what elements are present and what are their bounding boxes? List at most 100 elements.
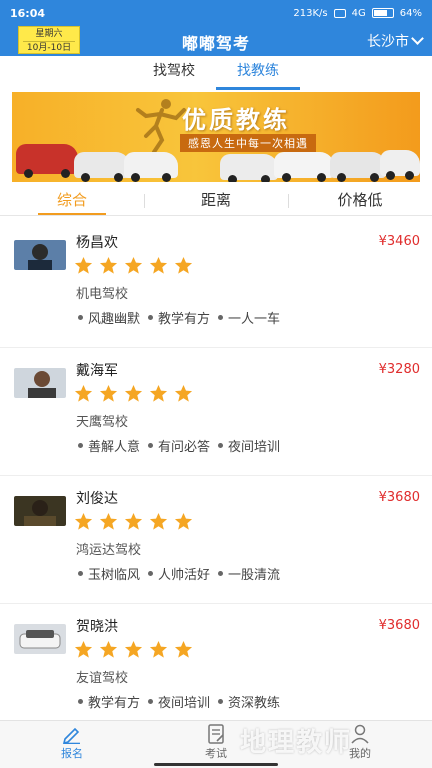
- coach-tags: 教学有方 夜间培训 资深教练: [78, 692, 280, 711]
- bullet-dot-icon: [78, 315, 83, 320]
- star-icon: [149, 512, 168, 530]
- bullet-dot-icon: [218, 443, 224, 448]
- bullet-dot-icon: [218, 315, 224, 320]
- coach-price: ¥3680: [378, 618, 420, 633]
- battery-level: 64%: [399, 7, 422, 19]
- star-icon: [149, 256, 168, 274]
- bullet-dot-icon: [148, 571, 154, 576]
- app-header: 星期六 10月-10日 嘟嘟驾考 长沙市: [0, 26, 432, 56]
- coach-tag: 教学有方: [78, 692, 140, 711]
- coach-school: 鸿运达驾校: [76, 543, 142, 558]
- rating-stars: [74, 512, 193, 531]
- star-icon: [124, 256, 143, 274]
- bullet-dot-icon: [78, 699, 83, 704]
- car-white-icon: [220, 154, 278, 182]
- bullet-dot-icon: [218, 699, 224, 704]
- coach-list-item[interactable]: 杨昌欢 ¥3460 机电驾校 风趣幽默 教学有方 一人一车: [0, 220, 432, 348]
- nav-exam-label: 考试: [205, 747, 227, 760]
- coach-name: 杨昌欢: [76, 235, 118, 251]
- coach-list-item[interactable]: 戴海军 ¥3280 天鹰驾校 善解人意 有问必答 夜间培训: [0, 348, 432, 476]
- car-white-icon: [124, 152, 178, 182]
- coach-list-item[interactable]: 刘俊达 ¥3680 鸿运达驾校 玉树临风 人帅活好 一股清流: [0, 476, 432, 604]
- home-indicator[interactable]: [154, 763, 278, 766]
- coach-school: 天鹰驾校: [76, 415, 129, 430]
- chevron-down-icon: [411, 32, 424, 45]
- coach-tag: 玉树临风: [78, 564, 140, 583]
- rating-stars: [74, 256, 193, 275]
- status-icons: 213K/s 4G 64%: [293, 8, 422, 19]
- car-red-icon: [16, 144, 78, 178]
- nav-exam[interactable]: 考试: [144, 721, 288, 768]
- nav-mine-label: 我的: [349, 747, 371, 760]
- nav-signup[interactable]: 报名: [0, 721, 144, 768]
- coach-tag: 夜间培训: [148, 692, 210, 711]
- coach-tag: 有问必答: [148, 436, 210, 455]
- coach-tag: 夜间培训: [218, 436, 280, 455]
- coach-tag: 善解人意: [78, 436, 140, 455]
- star-icon: [99, 384, 118, 402]
- city-selector[interactable]: 长沙市: [367, 31, 424, 51]
- car-white-icon: [380, 150, 420, 180]
- coach-price: ¥3460: [378, 234, 420, 249]
- network-speed: 213K/s: [293, 7, 328, 19]
- sort-tab-overall[interactable]: 综合: [0, 186, 144, 215]
- coach-name: 刘俊达: [76, 491, 118, 507]
- avatar: [14, 240, 66, 270]
- city-label: 长沙市: [367, 34, 409, 50]
- coach-price: ¥3280: [378, 362, 420, 377]
- bullet-dot-icon: [218, 571, 224, 576]
- banner-title: 优质教练: [182, 106, 290, 134]
- star-icon: [174, 512, 193, 530]
- star-icon: [74, 512, 93, 530]
- star-icon: [174, 384, 193, 402]
- star-icon: [174, 256, 193, 274]
- star-icon: [124, 512, 143, 530]
- star-icon: [74, 256, 93, 274]
- status-time: 16:04: [10, 6, 46, 20]
- star-icon: [124, 640, 143, 658]
- bullet-dot-icon: [148, 699, 154, 704]
- promo-banner[interactable]: 优质教练 感恩人生中每一次相遇: [12, 92, 420, 182]
- nav-signup-label: 报名: [61, 747, 83, 760]
- banner-subtitle: 感恩人生中每一次相遇: [180, 134, 316, 152]
- rating-stars: [74, 640, 193, 659]
- hd-icon: [333, 8, 346, 18]
- rating-stars: [74, 384, 193, 403]
- nav-mine[interactable]: 我的: [288, 721, 432, 768]
- user-icon: [351, 724, 369, 744]
- status-bar: 16:04 213K/s 4G 64%: [0, 0, 432, 26]
- star-icon: [149, 640, 168, 658]
- coach-tags: 善解人意 有问必答 夜间培训: [78, 436, 280, 455]
- bullet-dot-icon: [78, 443, 83, 448]
- bullet-dot-icon: [148, 443, 154, 448]
- sort-tabs: 综合 距离 价格低: [0, 186, 432, 216]
- coach-tag: 一股清流: [218, 564, 280, 583]
- coach-tag: 教学有方: [148, 308, 210, 327]
- coach-list-item[interactable]: 贺晓洪 ¥3680 友谊驾校 教学有方 夜间培训 资深教练: [0, 604, 432, 732]
- tab-find-coach[interactable]: 找教练: [216, 56, 300, 90]
- battery-icon: [371, 8, 394, 18]
- avatar: [14, 368, 66, 398]
- exam-icon: [208, 724, 224, 744]
- bottom-nav: 报名 考试 我的: [0, 720, 432, 768]
- coach-name: 贺晓洪: [76, 619, 118, 635]
- coach-tag: 一人一车: [218, 308, 280, 327]
- coach-name: 戴海军: [76, 363, 118, 379]
- tab-find-school[interactable]: 找驾校: [132, 56, 216, 90]
- star-icon: [174, 640, 193, 658]
- coach-list: 杨昌欢 ¥3460 机电驾校 风趣幽默 教学有方 一人一车 戴海军 ¥3280: [0, 220, 432, 732]
- sort-tab-price-low[interactable]: 价格低: [288, 186, 432, 215]
- coach-school: 友谊驾校: [76, 671, 129, 686]
- avatar: [14, 624, 66, 654]
- coach-school: 机电驾校: [76, 287, 129, 302]
- coach-tag: 风趣幽默: [78, 308, 140, 327]
- top-tabs: 找驾校 找教练: [0, 56, 432, 90]
- coach-tags: 玉树临风 人帅活好 一股清流: [78, 564, 280, 583]
- coach-tag: 资深教练: [218, 692, 280, 711]
- pen-icon: [62, 727, 80, 744]
- avatar: [14, 496, 66, 526]
- sort-tab-distance[interactable]: 距离: [144, 186, 288, 215]
- car-white-icon: [74, 152, 130, 182]
- star-icon: [74, 384, 93, 402]
- car-white-icon: [330, 152, 386, 182]
